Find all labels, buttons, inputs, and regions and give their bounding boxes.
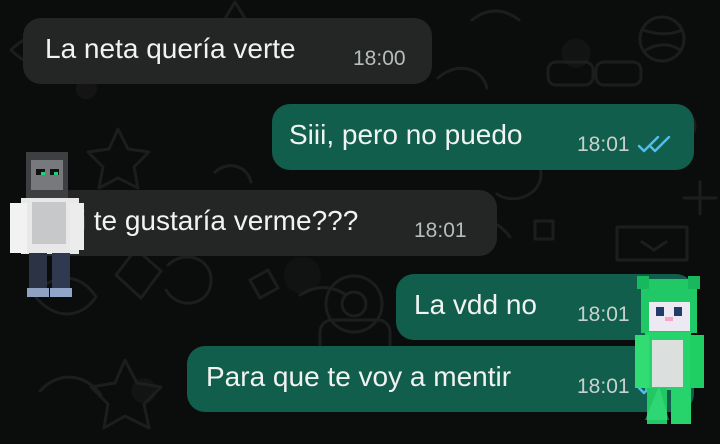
message-text-5: Para que te voy a mentir bbox=[206, 361, 512, 392]
message-time-3: 18:01 bbox=[414, 219, 467, 243]
gray-blocky-character-sticker[interactable] bbox=[4, 150, 86, 300]
message-bubble-3[interactable]: A ti te gustaría verme??? 18:01 bbox=[30, 190, 497, 256]
message-timestamp-4: 18:01 bbox=[577, 303, 630, 326]
message-timestamp-5: 18:01 bbox=[577, 375, 630, 398]
message-timestamp-1: 18:00 bbox=[353, 47, 406, 70]
chat-screen: La neta quería verte 18:00 Siii, pero no… bbox=[0, 0, 720, 444]
message-timestamp-3: 18:01 bbox=[414, 219, 467, 242]
message-text-4: La vdd no bbox=[414, 289, 537, 320]
green-blocky-character-sticker[interactable] bbox=[627, 276, 709, 426]
message-time-4: 18:01 bbox=[577, 303, 630, 327]
message-text-1: La neta quería verte bbox=[45, 33, 296, 64]
message-text-2: Siii, pero no puedo bbox=[289, 119, 523, 150]
message-bubble-2[interactable]: Siii, pero no puedo 18:01 bbox=[272, 104, 694, 170]
message-timestamp-2: 18:01 bbox=[577, 133, 630, 156]
read-double-check-icon bbox=[637, 136, 671, 154]
message-text-3: A ti te gustaría verme??? bbox=[47, 205, 359, 236]
message-meta-2: 18:01 bbox=[577, 133, 671, 157]
message-bubble-1[interactable]: La neta quería verte 18:00 bbox=[23, 18, 432, 84]
message-bubble-5[interactable]: Para que te voy a mentir 18:01 bbox=[187, 346, 694, 412]
message-time-1: 18:00 bbox=[353, 47, 406, 71]
